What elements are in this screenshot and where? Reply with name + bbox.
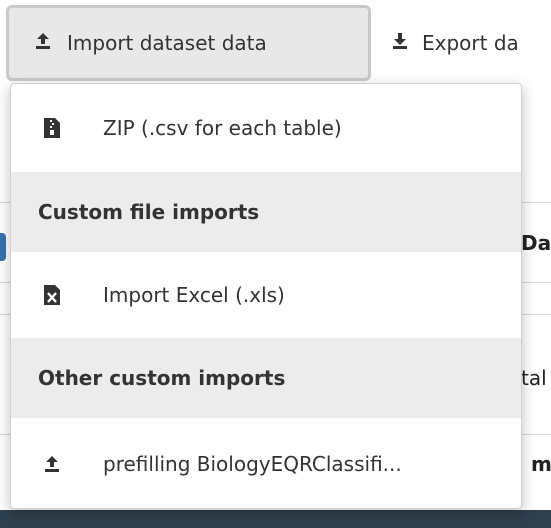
export-dataset-button[interactable]: Export da [382,5,551,81]
upload-icon [39,454,65,474]
file-zip-icon [39,117,65,139]
menu-item-label: ZIP (.csv for each table) [103,116,342,140]
footer-bar [0,510,551,528]
menu-item-label: Import Excel (.xls) [103,283,285,307]
menu-item-label: prefilling BiologyEQRClassifi... [103,452,402,476]
import-dropdown-menu: ZIP (.csv for each table) Custom file im… [10,83,522,509]
table-cell-fragment: tal [521,366,547,390]
table-cell-fragment: m [531,452,551,476]
import-dataset-label: Import dataset data [67,31,267,55]
import-dataset-button[interactable]: Import dataset data [6,5,371,81]
menu-item-prefilling[interactable]: prefilling BiologyEQRClassifi... [11,418,521,508]
upload-icon [33,31,53,56]
menu-item-zip[interactable]: ZIP (.csv for each table) [11,84,521,172]
section-header: Custom file imports [11,172,521,252]
menu-item-import-excel[interactable]: Import Excel (.xls) [11,252,521,338]
file-excel-icon [39,284,65,306]
export-dataset-label: Export da [422,31,519,55]
table-header-fragment: Da [521,231,551,255]
column-marker [0,233,6,261]
download-icon [390,31,410,56]
section-header: Other custom imports [11,338,521,418]
